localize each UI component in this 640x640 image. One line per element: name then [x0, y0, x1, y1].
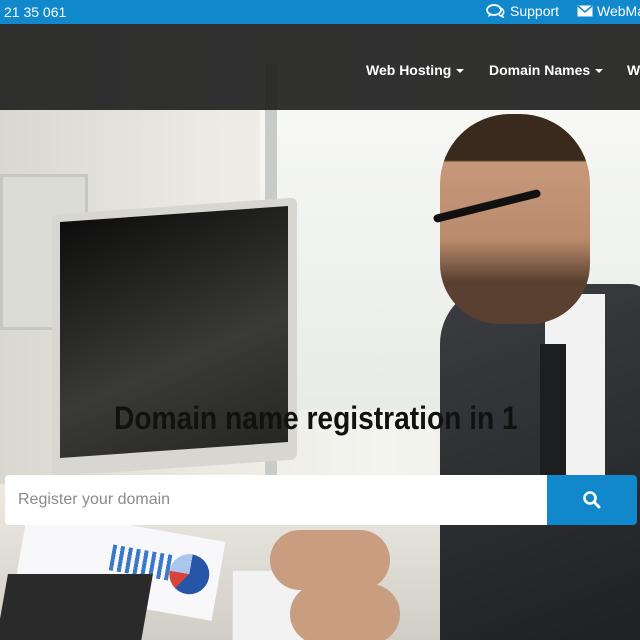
hero-paper-pie — [166, 551, 213, 598]
top-bar: 21 35 061 Support WebMa — [0, 0, 640, 24]
hero-person-head — [440, 114, 590, 324]
search-icon — [583, 491, 601, 509]
caret-down-icon — [595, 69, 604, 74]
support-link[interactable]: Support — [486, 3, 559, 19]
search-button[interactable] — [547, 475, 637, 525]
nav-item-label: Web Hosting — [366, 62, 452, 78]
main-navbar: Web Hosting Domain Names We — [0, 24, 640, 110]
nav-item-label: Domain Names — [489, 62, 591, 78]
nav-item-domain-names[interactable]: Domain Names — [489, 62, 604, 78]
phone-number: 21 35 061 — [4, 4, 67, 20]
hero-hand — [270, 530, 390, 590]
nav-item-label: We — [627, 62, 640, 78]
hero-hand — [290, 584, 400, 640]
nav-item-web-hosting[interactable]: Web Hosting — [366, 62, 465, 78]
support-label: Support — [510, 3, 560, 19]
webmail-link[interactable]: WebMa — [577, 3, 640, 19]
domain-search-form — [5, 475, 637, 525]
hero-background — [0, 24, 640, 640]
hero-headline: Domain name registration in 1 — [114, 400, 518, 436]
webmail-label: WebMa — [597, 3, 640, 19]
domain-search-input[interactable] — [5, 475, 547, 525]
chat-icon — [486, 4, 505, 18]
hero-laptop — [0, 574, 153, 640]
nav-item-partial[interactable]: We — [627, 62, 640, 78]
caret-down-icon — [456, 69, 465, 74]
envelope-icon — [577, 5, 593, 17]
